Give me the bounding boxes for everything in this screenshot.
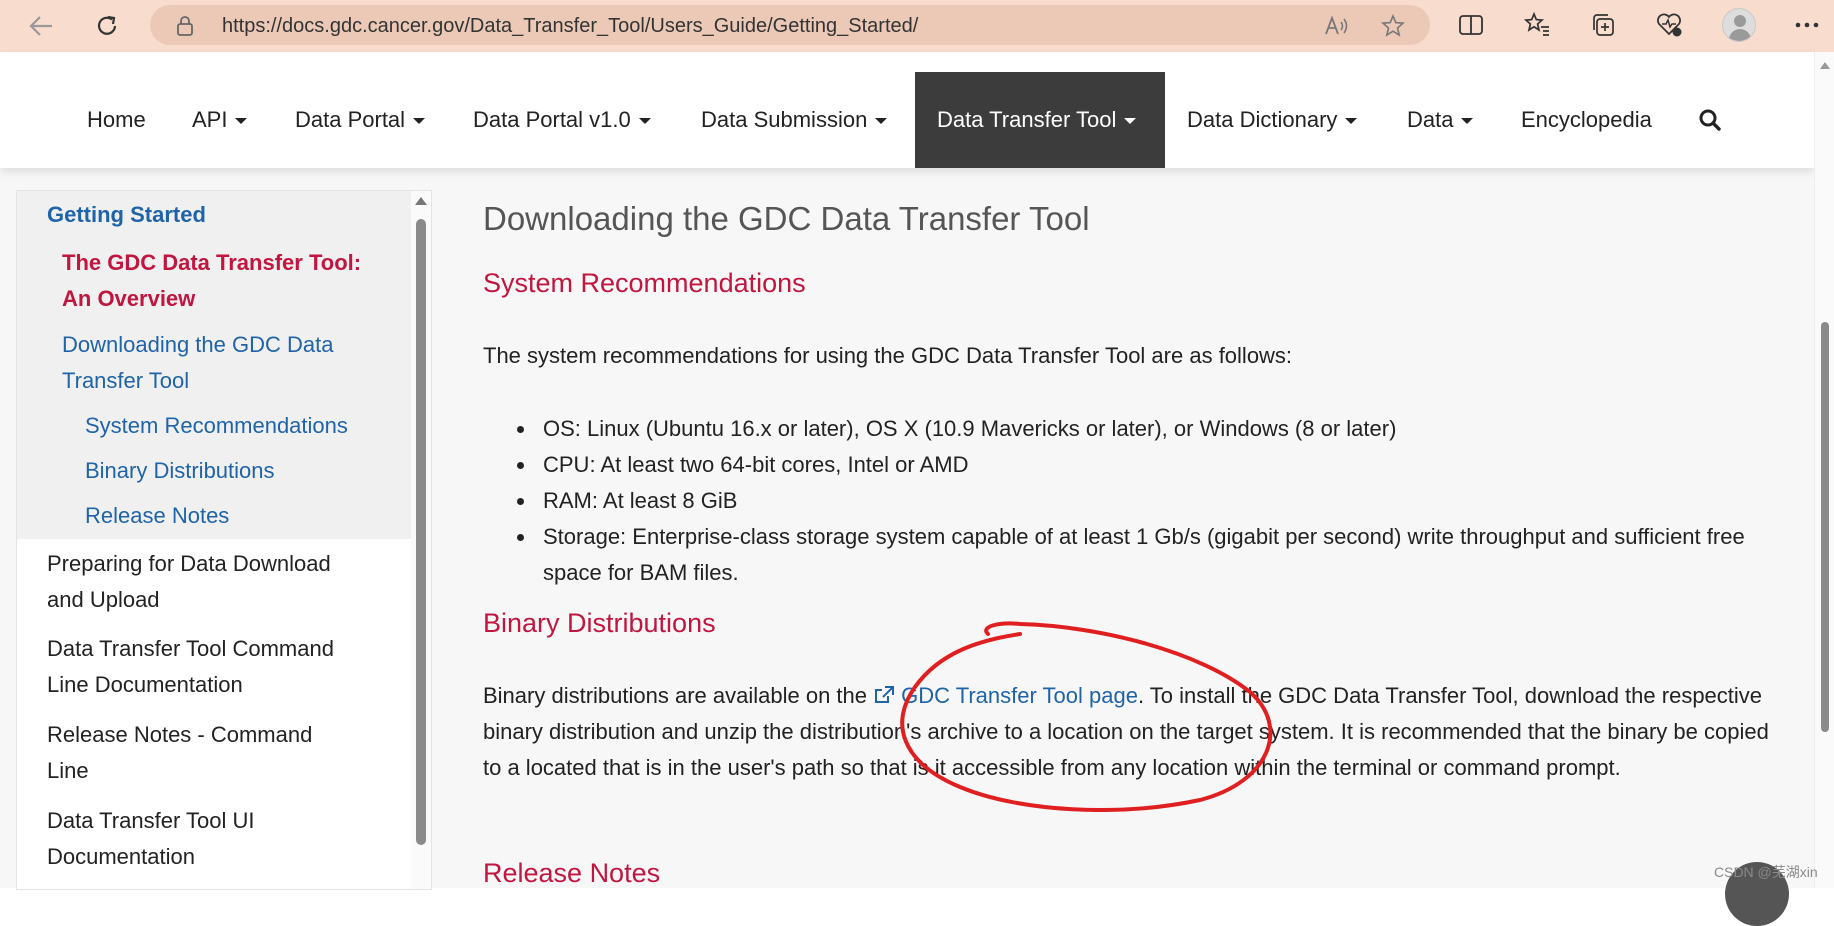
sidebar-item-label: Preparing for Data Download [47, 551, 331, 576]
nav-label: Data [1407, 107, 1454, 132]
browser-toolbar: https://docs.gdc.cancer.gov/Data_Transfe… [0, 0, 1834, 52]
caret-down-icon [413, 118, 426, 124]
split-screen-icon[interactable] [1456, 10, 1486, 40]
nav-label: Data Portal v1.0 [473, 107, 631, 132]
nav-label: Data Transfer Tool [937, 107, 1117, 132]
sidebar-item-label: Data Transfer Tool Command [47, 636, 334, 661]
list-item: RAM: At least 8 GiB [513, 483, 1803, 519]
sidebar-item-label: An Overview [62, 286, 196, 311]
paragraph-system-intro: The system recommendations for using the… [483, 343, 1293, 368]
collections-icon[interactable] [1588, 10, 1618, 40]
system-requirements-list: OS: Linux (Ubuntu 16.x or later), OS X (… [513, 411, 1803, 591]
url-text[interactable]: https://docs.gdc.cancer.gov/Data_Transfe… [222, 15, 918, 38]
sidebar-item-label: Data Transfer Tool UI [47, 808, 255, 833]
scroll-up-icon[interactable] [1820, 62, 1830, 69]
nav-encyclopedia[interactable]: Encyclopedia [1521, 72, 1652, 168]
sidebar-item-label: The GDC Data Transfer Tool: [62, 250, 362, 275]
read-aloud-icon[interactable] [1323, 14, 1349, 38]
nav-label: Data Submission [701, 107, 868, 132]
caret-down-icon [1124, 118, 1137, 124]
caret-down-icon [875, 118, 888, 124]
sidebar-item-release-notes-cli[interactable]: Release Notes - Command Line [47, 717, 312, 789]
caret-down-icon [235, 118, 248, 124]
sidebar-item-label: Documentation [47, 844, 195, 869]
site-nav: Home API Data Portal Data Portal v1.0 Da… [0, 52, 1814, 168]
sidebar-item-label: Line Documentation [47, 672, 243, 697]
page-title: Downloading the GDC Data Transfer Tool [483, 200, 1090, 237]
lock-icon[interactable] [176, 16, 194, 36]
nav-data-submission[interactable]: Data Submission [701, 72, 888, 168]
list-item: OS: Linux (Ubuntu 16.x or later), OS X (… [513, 411, 1803, 447]
nav-data-portal[interactable]: Data Portal [295, 72, 426, 168]
sidebar-item-label: Line [47, 758, 89, 783]
sidebar: Getting Started The GDC Data Transfer To… [16, 190, 432, 890]
sidebar-scrollbar[interactable] [411, 191, 431, 889]
favorite-star-icon[interactable] [1380, 14, 1406, 38]
back-icon[interactable] [24, 10, 58, 42]
sidebar-heading-getting-started[interactable]: Getting Started [47, 197, 206, 233]
sidebar-item-label: Downloading the GDC Data [62, 332, 334, 357]
nav-api[interactable]: API [192, 72, 248, 168]
search-icon[interactable] [1698, 72, 1722, 168]
nav-label: Encyclopedia [1521, 107, 1652, 132]
section-heading-binary-distributions: Binary Distributions [483, 608, 716, 638]
favorites-icon[interactable] [1522, 10, 1552, 40]
section-heading-release-notes: Release Notes [483, 858, 661, 888]
sidebar-item-downloading[interactable]: Downloading the GDC Data Transfer Tool [62, 327, 333, 399]
sidebar-item-system-recommendations[interactable]: System Recommendations [85, 408, 348, 444]
address-bar[interactable]: https://docs.gdc.cancer.gov/Data_Transfe… [150, 5, 1430, 45]
link-label: GDC Transfer Tool page [901, 683, 1138, 708]
browser-essentials-icon[interactable] [1654, 10, 1684, 40]
nav-label: Home [87, 107, 146, 132]
watermark: CSDN @芜湖xin [1714, 864, 1818, 880]
section-heading-system-recommendations: System Recommendations [483, 268, 806, 298]
external-link-icon [875, 686, 895, 703]
nav-label: API [192, 107, 228, 132]
nav-label: Data Portal [295, 107, 406, 132]
sidebar-item-label: and Upload [47, 587, 160, 612]
paragraph-text: Binary distributions are available on th… [483, 683, 874, 708]
more-icon[interactable] [1792, 10, 1822, 40]
caret-down-icon [1345, 118, 1358, 124]
list-item: Storage: Enterprise-class storage system… [513, 519, 1803, 591]
nav-data-transfer-tool[interactable]: Data Transfer Tool [915, 72, 1165, 168]
refresh-icon[interactable] [90, 10, 124, 42]
scrollbar-thumb[interactable] [1821, 322, 1829, 732]
nav-home[interactable]: Home [87, 72, 146, 168]
sidebar-item-command-line-docs[interactable]: Data Transfer Tool Command Line Document… [47, 631, 334, 703]
nav-data[interactable]: Data [1407, 72, 1474, 168]
scroll-up-icon[interactable] [415, 197, 427, 205]
sidebar-item-label: Transfer Tool [62, 368, 190, 393]
sidebar-item-release-notes[interactable]: Release Notes [85, 498, 229, 534]
sidebar-item-overview[interactable]: The GDC Data Transfer Tool: An Overview [62, 245, 361, 317]
nav-data-dictionary[interactable]: Data Dictionary [1187, 72, 1358, 168]
scrollbar-thumb[interactable] [416, 219, 426, 845]
sidebar-item-label: Release Notes - Command [47, 722, 313, 747]
sidebar-item-preparing[interactable]: Preparing for Data Download and Upload [47, 546, 331, 618]
nav-label: Data Dictionary [1187, 107, 1338, 132]
gdc-transfer-tool-link[interactable]: GDC Transfer Tool page [873, 683, 1138, 708]
sidebar-item-ui-docs[interactable]: Data Transfer Tool UI Documentation [47, 803, 254, 875]
list-item: CPU: At least two 64-bit cores, Intel or… [513, 447, 1803, 483]
sidebar-item-binary-distributions[interactable]: Binary Distributions [85, 453, 275, 489]
nav-data-portal-v1[interactable]: Data Portal v1.0 [473, 72, 651, 168]
caret-down-icon [638, 118, 651, 124]
page-scrollbar[interactable] [1814, 52, 1834, 888]
caret-down-icon [1461, 118, 1474, 124]
paragraph-binary: Binary distributions are available on th… [483, 678, 1793, 786]
profile-avatar[interactable] [1722, 8, 1756, 42]
